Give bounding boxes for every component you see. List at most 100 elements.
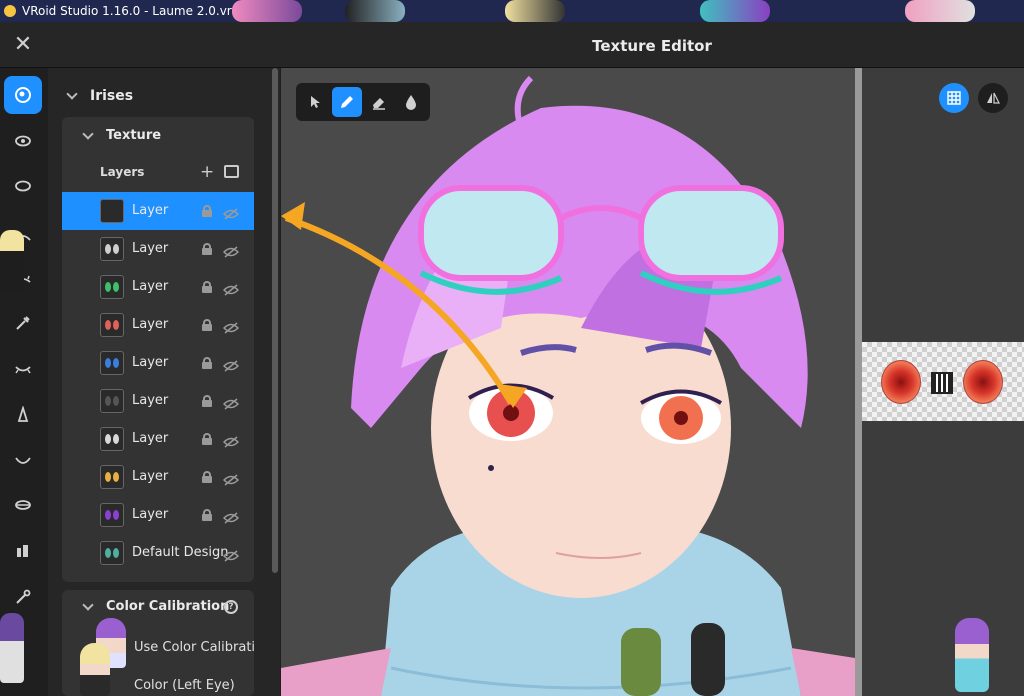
lock-icon[interactable] [202, 395, 212, 407]
layer-row[interactable]: Layer [62, 306, 254, 344]
visibility-off-icon[interactable] [222, 509, 240, 524]
lock-icon[interactable] [202, 509, 212, 521]
lock-icon[interactable] [202, 319, 212, 331]
chevron-down-icon [66, 88, 78, 100]
rail-teeth-button[interactable] [4, 532, 42, 570]
window-title: VRoid Studio 1.16.0 - Laume 2.0.vroid* [22, 4, 256, 18]
iris-swatch [113, 358, 119, 368]
layer-row[interactable]: Layer [62, 230, 254, 268]
titlebar-sticker [505, 0, 565, 22]
iris-swatch [113, 434, 119, 444]
layer-name: Layer [132, 507, 169, 522]
visibility-off-icon[interactable] [222, 319, 240, 334]
rail-iris-button[interactable] [4, 76, 42, 114]
irises-section-title: Irises [90, 88, 134, 104]
lock-icon[interactable] [202, 471, 212, 483]
vroid-app-icon [4, 5, 16, 17]
iris-swatch [105, 434, 111, 444]
layer-row[interactable]: Layer [62, 496, 254, 534]
rail-lower-lash-button[interactable] [4, 350, 42, 388]
rail-eye-button[interactable] [4, 122, 42, 160]
visibility-off-icon[interactable] [222, 205, 240, 220]
layer-name: Layer [132, 355, 169, 370]
visibility-off-icon[interactable] [222, 357, 240, 372]
iris-swatch [105, 510, 111, 520]
eye-outline-icon [15, 180, 31, 192]
rail-eyedropper-button[interactable] [4, 304, 42, 342]
teeth-icon [17, 545, 28, 557]
layer-row[interactable]: Default Design [62, 534, 254, 572]
nose-icon [17, 406, 29, 422]
layer-row[interactable]: Layer [62, 382, 254, 420]
lock-icon[interactable] [202, 357, 212, 369]
color-calibration-title: Color Calibration [106, 599, 230, 614]
lower-lash-icon [15, 366, 31, 374]
iris-swatch [105, 472, 111, 482]
grid-icon [947, 91, 961, 105]
rail-lips-button[interactable] [4, 486, 42, 524]
select-tool-button[interactable] [300, 87, 330, 117]
layer-row[interactable]: Layer [62, 192, 254, 230]
lock-icon[interactable] [202, 433, 212, 445]
rail-mouth-button[interactable] [4, 442, 42, 480]
iris-swatch [105, 396, 111, 406]
layer-name: Layer [132, 469, 169, 484]
layer-row[interactable]: Layer [62, 458, 254, 496]
rail-eye-white-button[interactable] [4, 167, 42, 205]
layer-row[interactable]: Layer [62, 420, 254, 458]
add-image-layer-icon[interactable] [224, 165, 239, 178]
3d-viewport[interactable] [281, 68, 855, 696]
iris-swatch [105, 320, 111, 330]
visibility-off-icon[interactable] [222, 281, 240, 296]
iris-swatch [113, 244, 119, 254]
help-icon[interactable]: ? [224, 600, 238, 614]
titlebar-sticker [700, 0, 770, 22]
irises-section-header[interactable]: Irises [66, 88, 134, 104]
visibility-off-icon[interactable] [222, 471, 240, 486]
lips-icon [15, 500, 31, 510]
layer-name: Layer [132, 431, 169, 446]
titlebar-sticker [232, 0, 302, 22]
eraser-tool-button[interactable] [364, 87, 394, 117]
rail-nose-button[interactable] [4, 396, 42, 434]
window-titlebar: VRoid Studio 1.16.0 - Laume 2.0.vroid* [0, 0, 1024, 22]
avatar-preview [281, 75, 855, 696]
lock-icon[interactable] [202, 281, 212, 293]
pen-tool-button[interactable] [332, 87, 362, 117]
lock-icon[interactable] [202, 205, 212, 217]
lock-icon[interactable] [202, 243, 212, 255]
layer-name: Layer [132, 393, 169, 408]
color-left-eye-label[interactable]: Color (Left Eye) [134, 678, 235, 693]
chibi-sticker [0, 613, 24, 683]
grid-toggle-button[interactable] [939, 83, 969, 113]
category-rail [0, 68, 48, 696]
layer-row[interactable]: Layer [62, 344, 254, 382]
use-color-calibration-label[interactable]: Use Color Calibration [134, 640, 254, 655]
mirror-toggle-button[interactable] [978, 83, 1008, 113]
visibility-off-icon[interactable] [222, 547, 240, 562]
panel-scrollbar[interactable] [272, 68, 278, 573]
uv-left-iris [881, 360, 921, 404]
eyedropper-icon [16, 316, 30, 330]
layer-name: Layer [132, 241, 169, 256]
chevron-down-icon [82, 127, 94, 140]
texture-section-header[interactable]: Texture [82, 127, 161, 143]
rail-brush-button[interactable] [4, 578, 42, 616]
visibility-off-icon[interactable] [222, 243, 240, 258]
layer-thumbnail [100, 313, 124, 337]
visibility-off-icon[interactable] [222, 433, 240, 448]
layer-row[interactable]: Layer [62, 268, 254, 306]
layer-thumbnail [100, 541, 124, 565]
visibility-off-icon[interactable] [222, 395, 240, 410]
fill-tool-button[interactable] [396, 87, 426, 117]
titlebar-sticker [905, 0, 975, 22]
color-calibration-header[interactable]: Color Calibration [82, 598, 230, 614]
mirror-icon [987, 92, 1000, 104]
viewport-divider[interactable] [855, 68, 862, 696]
iris-swatch [105, 282, 111, 292]
chibi-sticker [621, 628, 661, 696]
vroid-texture-editor: VRoid Studio 1.16.0 - Laume 2.0.vroid* ✕… [0, 0, 1024, 696]
add-layer-button[interactable]: + [200, 162, 214, 182]
chibi-sticker [691, 623, 725, 696]
editor-header: ✕ Texture Editor [0, 22, 1024, 68]
